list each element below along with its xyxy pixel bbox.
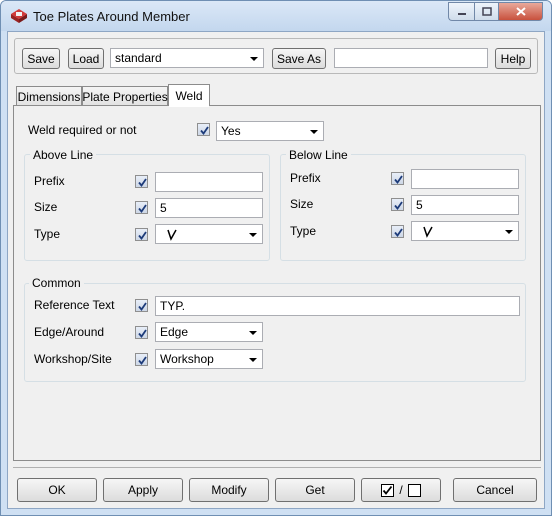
minimize-button[interactable] xyxy=(448,2,474,21)
maximize-button[interactable] xyxy=(474,2,499,21)
chevron-down-icon xyxy=(250,57,258,61)
close-button[interactable] xyxy=(499,2,543,21)
checkmark-icon xyxy=(138,231,147,240)
checkmark-icon xyxy=(138,356,147,365)
below-prefix-checkbox[interactable] xyxy=(391,172,404,185)
checkmark-icon xyxy=(394,228,403,237)
tab-dimensions[interactable]: Dimensions xyxy=(16,86,82,106)
chevron-down-icon xyxy=(505,230,513,234)
below-prefix-label: Prefix xyxy=(290,171,321,185)
above-prefix-checkbox[interactable] xyxy=(135,175,148,188)
above-size-checkbox[interactable] xyxy=(135,201,148,214)
save-as-input[interactable] xyxy=(334,48,488,68)
below-type-label: Type xyxy=(290,224,317,238)
dialog-window: Toe Plates Around Member Save Load stand… xyxy=(0,0,552,516)
modify-button[interactable]: Modify xyxy=(189,478,269,502)
checkmark-icon xyxy=(138,178,147,187)
common-title: Common xyxy=(29,276,84,290)
workshop-site-select[interactable]: Workshop xyxy=(155,349,263,369)
maximize-icon xyxy=(481,7,492,16)
below-type-select[interactable] xyxy=(411,221,519,241)
edge-around-checkbox[interactable] xyxy=(135,326,148,339)
weld-required-label: Weld required or not xyxy=(28,123,137,137)
reference-text-label: Reference Text xyxy=(34,298,115,312)
weld-required-checkbox[interactable] xyxy=(197,123,210,136)
fillet-weld-symbol-icon xyxy=(423,226,433,238)
above-type-label: Type xyxy=(34,227,61,241)
window-title: Toe Plates Around Member xyxy=(33,9,190,24)
below-size-input[interactable]: 5 xyxy=(411,195,519,215)
checkmark-icon xyxy=(138,329,147,338)
reference-text-checkbox[interactable] xyxy=(135,299,148,312)
below-line-title: Below Line xyxy=(286,148,351,162)
ok-button[interactable]: OK xyxy=(17,478,97,502)
above-size-label: Size xyxy=(34,200,58,214)
dialog-body: Save Load standard Save As Help Dimensio… xyxy=(7,31,545,509)
above-line-title: Above Line xyxy=(30,148,97,162)
chevron-down-icon xyxy=(249,233,257,237)
unchecked-box-icon xyxy=(407,483,421,497)
checkmark-icon xyxy=(394,175,403,184)
get-button[interactable]: Get xyxy=(275,478,355,502)
minimize-icon xyxy=(457,12,466,15)
preset-value: standard xyxy=(115,51,162,65)
workshop-site-checkbox[interactable] xyxy=(135,353,148,366)
above-size-input[interactable]: 5 xyxy=(155,198,263,218)
edge-around-value: Edge xyxy=(160,325,189,339)
title-bar: Toe Plates Around Member xyxy=(1,1,551,31)
above-prefix-input[interactable] xyxy=(155,172,263,192)
chevron-down-icon xyxy=(249,331,257,335)
cancel-button[interactable]: Cancel xyxy=(453,478,537,502)
toggle-slash: / xyxy=(399,483,403,497)
checked-box-icon xyxy=(381,483,395,497)
fillet-weld-symbol-icon xyxy=(167,229,177,241)
weld-required-value: Yes xyxy=(221,124,241,138)
apply-button[interactable]: Apply xyxy=(103,478,183,502)
tab-plate-properties[interactable]: Plate Properties xyxy=(82,86,168,106)
below-type-checkbox[interactable] xyxy=(391,225,404,238)
toggle-all-checkboxes-button[interactable]: / xyxy=(361,478,441,502)
checkmark-icon xyxy=(138,302,147,311)
below-size-label: Size xyxy=(290,197,314,211)
chevron-down-icon xyxy=(249,358,257,362)
workshop-site-value: Workshop xyxy=(160,352,214,366)
above-prefix-label: Prefix xyxy=(34,174,65,188)
active-tab-joiner xyxy=(169,105,209,107)
footer-separator xyxy=(13,467,541,468)
above-type-checkbox[interactable] xyxy=(135,228,148,241)
below-size-checkbox[interactable] xyxy=(391,198,404,211)
above-type-select[interactable] xyxy=(155,224,263,244)
reference-text-input[interactable]: TYP. xyxy=(155,296,520,316)
tab-weld[interactable]: Weld xyxy=(168,84,210,106)
help-button[interactable]: Help xyxy=(495,48,531,69)
app-icon xyxy=(11,9,27,23)
edge-around-select[interactable]: Edge xyxy=(155,322,263,342)
workshop-site-label: Workshop/Site xyxy=(34,352,112,366)
edge-around-label: Edge/Around xyxy=(34,325,105,339)
close-icon xyxy=(515,7,526,16)
checkmark-icon xyxy=(138,204,147,213)
chevron-down-icon xyxy=(310,130,318,134)
preset-select[interactable]: standard xyxy=(110,48,264,68)
checkmark-icon xyxy=(200,126,209,135)
save-as-button[interactable]: Save As xyxy=(272,48,326,69)
save-button[interactable]: Save xyxy=(22,48,60,69)
weld-required-select[interactable]: Yes xyxy=(216,121,324,141)
below-prefix-input[interactable] xyxy=(411,169,519,189)
load-button[interactable]: Load xyxy=(68,48,104,69)
checkmark-icon xyxy=(394,201,403,210)
